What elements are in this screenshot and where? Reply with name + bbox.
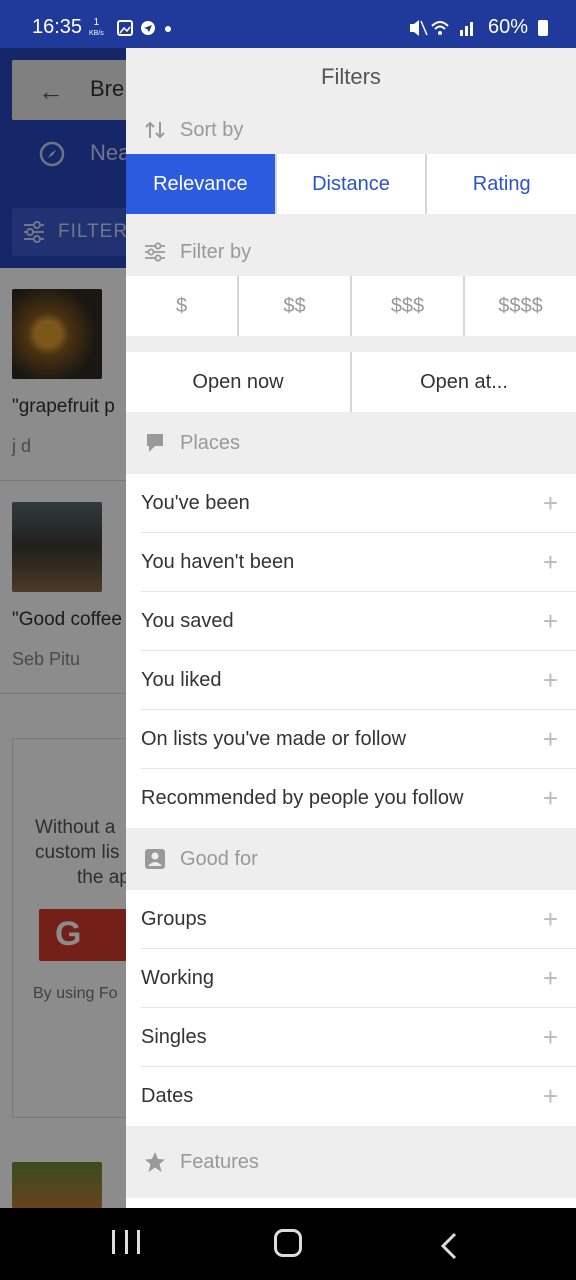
item-label: Dates [141,1085,194,1107]
plus-icon[interactable]: + [543,1081,558,1112]
plus-icon[interactable]: + [543,963,558,994]
features-header: Features [126,1126,576,1198]
filters-drawer: Filters Sort by Relevance Distance Ratin… [126,48,576,1208]
speed-value: 1 [93,17,100,28]
item-label: Singles [141,1025,207,1048]
sort-rating[interactable]: Rating [425,154,576,214]
good-for-dates[interactable]: Dates + [141,1067,576,1126]
item-label: Groups [141,907,207,930]
network-speed: 1 KB/s [89,18,104,39]
price-3[interactable]: $$$ [350,276,463,336]
good-for-working[interactable]: Working + [141,949,576,1008]
item-label: You haven't been [141,550,295,573]
open-now-button[interactable]: Open now [126,352,350,412]
speed-unit: KB/s [89,30,104,37]
item-label: On lists you've made or follow [141,727,407,750]
price-1[interactable]: $ [126,276,237,336]
item-label: You saved [141,609,234,632]
notification-icons [116,20,176,43]
places-item-not-been[interactable]: You haven't been + [141,533,576,592]
places-label: Places [180,431,241,454]
places-header: Places [126,412,576,474]
item-label: Working [141,966,214,989]
status-right: 60% [408,16,548,39]
plus-icon[interactable]: + [543,724,558,755]
filter-by-label: Filter by [180,240,252,263]
places-item-lists[interactable]: On lists you've made or follow + [141,710,576,769]
places-item-been[interactable]: You've been + [141,474,576,533]
good-for-list: Groups + Working + Singles + Dates + [126,890,576,1126]
navigation-bar [0,1208,576,1280]
places-item-saved[interactable]: You saved + [141,592,576,651]
back-icon[interactable] [440,1232,458,1265]
price-options: $ $$ $$$ $$$$ [126,276,576,336]
plus-icon[interactable]: + [543,547,558,578]
plus-icon[interactable]: + [543,665,558,696]
plus-icon[interactable]: + [543,783,558,814]
sort-by-label: Sort by [180,118,244,141]
price-4[interactable]: $$$$ [463,276,576,336]
good-for-label: Good for [180,847,258,870]
sliders-icon [144,241,166,263]
open-options: Open now Open at... [126,352,576,412]
recent-apps-icon[interactable] [112,1230,140,1254]
open-at-button[interactable]: Open at... [350,352,576,412]
price-2[interactable]: $$ [237,276,350,336]
plus-icon[interactable]: + [543,488,558,519]
good-for-singles[interactable]: Singles + [141,1008,576,1067]
good-for-header: Good for [126,828,576,890]
places-item-recommended[interactable]: Recommended by people you follow + [141,769,576,828]
item-label: You've been [141,491,250,514]
drawer-title: Filters [321,64,381,89]
speech-bubble-icon [144,432,166,454]
home-icon[interactable] [274,1229,302,1257]
signal-icons [409,19,473,36]
sort-by-header: Sort by [126,106,576,154]
good-for-groups[interactable]: Groups + [141,890,576,949]
filter-by-header: Filter by [126,228,576,276]
sort-options: Relevance Distance Rating [126,154,576,214]
plus-icon[interactable]: + [543,1022,558,1053]
battery-percent: 60% [487,16,528,38]
sort-arrows-icon [144,119,166,141]
places-list: You've been + You haven't been + You saved… [126,474,576,828]
battery-icon [538,19,548,36]
status-bar: 16:35 1 KB/s 60% [0,0,576,48]
item-label: Recommended by people you follow [141,787,464,809]
plus-icon[interactable]: + [543,606,558,637]
star-icon [144,1151,166,1173]
places-item-liked[interactable]: You liked + [141,651,576,710]
item-label: You liked [141,668,222,691]
features-label: Features [180,1150,259,1173]
clock: 16:35 [32,16,83,38]
features-list [126,1198,576,1208]
person-badge-icon [144,848,166,870]
sort-distance[interactable]: Distance [274,154,426,214]
plus-icon[interactable]: + [543,904,558,935]
sort-relevance[interactable]: Relevance [126,154,275,214]
